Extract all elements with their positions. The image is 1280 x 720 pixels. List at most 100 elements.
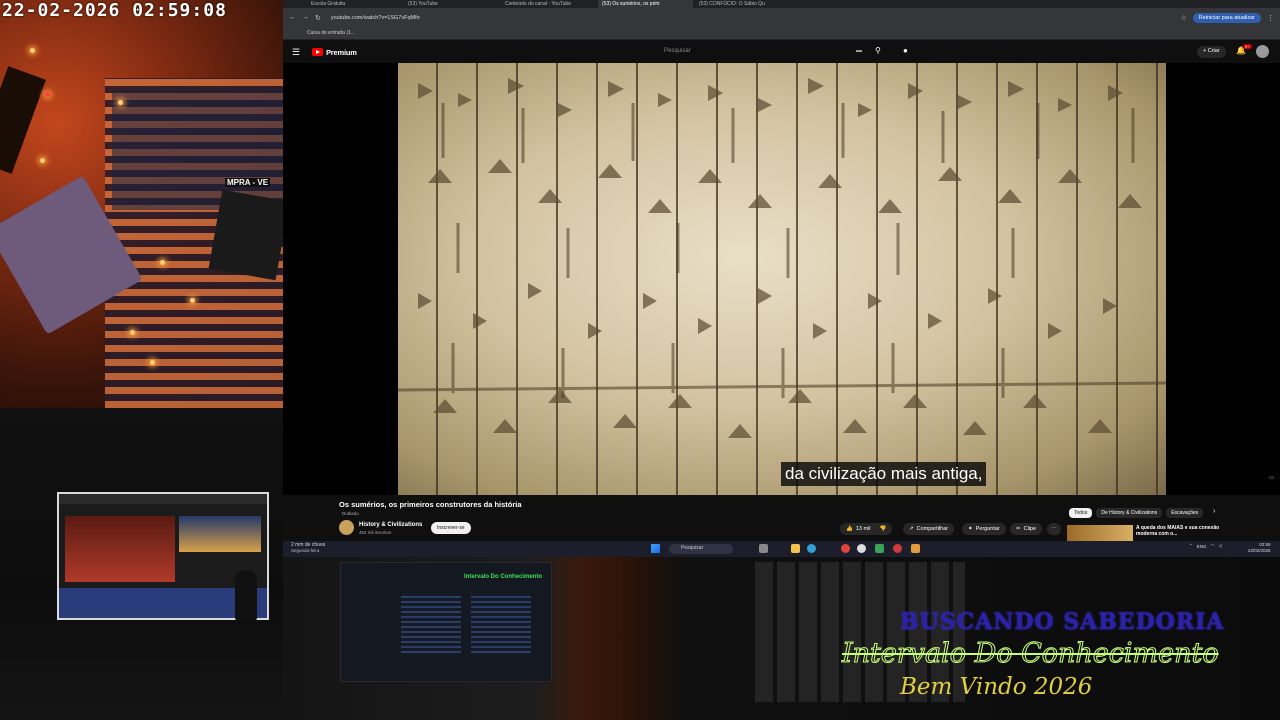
thumbs-up-icon: 👍	[846, 526, 853, 532]
video-player[interactable]: da civilização mais antiga, ▭	[283, 63, 1280, 495]
tab-item[interactable]: (53) YouTube	[404, 0, 499, 8]
taskbar-search[interactable]: Pesquisar	[669, 544, 733, 554]
language-indicator[interactable]: ENG	[1197, 544, 1207, 549]
wifi-icon[interactable]: ◠	[1211, 543, 1215, 549]
channel-name[interactable]: History & Civilizations	[359, 522, 422, 528]
cam-device	[208, 189, 283, 281]
tab-item-active[interactable]: (53) Os sumérios, os prim	[598, 0, 693, 8]
recommendation-chips: Todos De History & Civilizations Escavaç…	[1069, 508, 1204, 518]
ask-label: Perguntar	[975, 526, 1000, 532]
scissors-icon: ✂	[1016, 526, 1021, 532]
more-actions-icon[interactable]: ⋯	[1047, 523, 1061, 535]
chevron-up-icon[interactable]: ⌃	[1189, 543, 1193, 549]
hamburger-menu-icon[interactable]: ☰	[292, 47, 302, 58]
tab-item[interactable]: Escola Gratuita	[307, 0, 402, 8]
microphone-icon[interactable]: ●	[903, 46, 908, 55]
search-icon[interactable]: ⚲	[875, 46, 881, 55]
monitor-video	[65, 516, 175, 582]
daw-overlay-title: Intervalo Do Conhecimento	[464, 574, 543, 580]
daw-monitor	[340, 562, 552, 682]
dubbed-label: Dublado	[342, 511, 359, 516]
edge-icon[interactable]	[807, 544, 816, 553]
tab-strip: Escola Gratuita (53) YouTube Conteúdo do…	[283, 0, 1280, 8]
cam-dark-object	[0, 66, 46, 174]
tab-item[interactable]: Conteúdo do canal - YouTube	[501, 0, 596, 8]
bookmark-item[interactable]: Caixa de entrada (1...	[307, 30, 355, 36]
subscribe-button[interactable]: Inscrever-se	[431, 522, 471, 534]
windows-start-icon[interactable]	[651, 544, 660, 553]
channel-subscribers: 452 mil inscritos	[359, 530, 392, 535]
browser-menu-icon[interactable]: ⋮	[1267, 14, 1274, 22]
url-field[interactable]: youtube.com/watch?v=1SG7vFqMfo	[327, 15, 1175, 21]
clip-label: Clipe	[1023, 526, 1037, 532]
video-info: Os sumérios, os primeiros construtores d…	[283, 495, 1280, 541]
star-icon[interactable]: ☆	[1180, 14, 1186, 22]
bookmarks-bar: Caixa de entrada (1...	[283, 27, 1280, 40]
player-settings-icon[interactable]: ▭	[1269, 475, 1274, 481]
caption-text: da civilização mais antiga,	[781, 462, 987, 486]
overlay-intervalo: Intervalo Do Conhecimento	[842, 638, 1220, 670]
create-label: Criar	[1207, 48, 1220, 54]
daw-track-strip	[401, 593, 461, 653]
windows-taskbar: 2 mm de chuva Segunda-feira Pesquisar ⌃ …	[283, 541, 1280, 557]
daw-track-strip	[471, 593, 531, 653]
app-icon[interactable]	[911, 544, 920, 553]
share-label: Compartilhar	[916, 526, 949, 532]
reload-icon[interactable]: ↻	[315, 14, 321, 22]
address-bar: ← → ↻ youtube.com/watch?v=1SG7vFqMfo ☆ R…	[283, 8, 1280, 27]
youtube-header: ☰ Premium Pesquisar ▬ ⚲ ● + Criar 🔔 9+	[283, 41, 1280, 63]
file-explorer-icon[interactable]	[791, 544, 800, 553]
sparkle-icon: ✦	[968, 526, 973, 532]
figurine	[235, 570, 257, 620]
channel-avatar[interactable]	[339, 520, 354, 535]
recommended-thumbnail[interactable]	[1067, 525, 1133, 541]
monitor-thumbnail	[179, 516, 261, 552]
ask-button[interactable]: ✦ Perguntar	[962, 523, 1006, 535]
restart-button[interactable]: Reiniciar para atualizar	[1192, 12, 1261, 23]
obs-icon[interactable]	[857, 544, 866, 553]
video-frame-cuneiform: da civilização mais antiga,	[398, 63, 1166, 495]
avatar[interactable]	[1256, 45, 1269, 58]
chip-channel[interactable]: De History & Civilizations	[1096, 508, 1163, 518]
system-tray[interactable]: ⌃ ENG ◠ ◁	[1189, 543, 1222, 549]
youtube-play-icon	[312, 48, 323, 56]
chip-all[interactable]: Todos	[1069, 508, 1093, 518]
timestamp: 22-02-2026 02:59:08	[2, 0, 227, 21]
weather-day: Segunda-feira	[291, 548, 320, 553]
youtube-logo[interactable]: Premium	[312, 48, 357, 57]
cam-window	[112, 90, 283, 210]
volume-icon[interactable]: ◁	[1218, 543, 1221, 549]
clock[interactable]: 02:59 22/02/2026	[1248, 542, 1271, 554]
app-icon[interactable]	[875, 544, 884, 553]
chevron-right-icon[interactable]: ›	[1213, 508, 1215, 515]
cam-sign: MPRA - VE	[225, 178, 271, 187]
forward-icon[interactable]: →	[302, 14, 309, 21]
notification-badge: 9+	[1243, 44, 1252, 49]
create-button[interactable]: + Criar	[1197, 46, 1226, 58]
keyboard-icon[interactable]: ▬	[856, 48, 862, 54]
weather-widget[interactable]: 2 mm de chuva Segunda-feira	[291, 542, 325, 554]
app-icon[interactable]	[893, 544, 902, 553]
recommended-title[interactable]: A queda dos MAIAS e sua conexão moderna …	[1136, 525, 1226, 537]
thumbs-down-icon[interactable]: 👎	[880, 526, 887, 532]
search-input[interactable]: Pesquisar	[658, 45, 873, 59]
cuneiform-marks	[398, 78, 1166, 438]
clip-button[interactable]: ✂ Clipe	[1010, 523, 1043, 535]
logo-text: Premium	[326, 47, 357, 57]
chrome-icon[interactable]	[841, 544, 850, 553]
overlay-bemvindo: Bem Vindo 2026	[900, 674, 1093, 700]
chip-excavations[interactable]: Escavações	[1166, 508, 1204, 518]
video-title: Os sumérios, os primeiros construtores d…	[339, 500, 522, 509]
monitor-browser-bar	[59, 494, 267, 504]
back-icon[interactable]: ←	[289, 14, 296, 21]
clock-date: 22/02/2026	[1248, 548, 1271, 553]
like-button[interactable]: 👍 13 mil 👎	[840, 523, 893, 535]
browser-window: Escola Gratuita (53) YouTube Conteúdo do…	[283, 0, 1280, 541]
webcam-overlay: MPRA - VE 22-02-2026 02:59:08	[0, 0, 283, 408]
share-button[interactable]: ↗ Compartilhar	[903, 523, 955, 535]
task-view-icon[interactable]	[759, 544, 768, 553]
tab-item[interactable]: (53) CONFÚCIO: O Sábio Qu	[695, 0, 790, 8]
share-icon: ↗	[909, 526, 914, 532]
like-count: 13 mil	[855, 526, 871, 532]
overlay-busca: BUSCANDO SABEDORIA	[900, 609, 1225, 635]
